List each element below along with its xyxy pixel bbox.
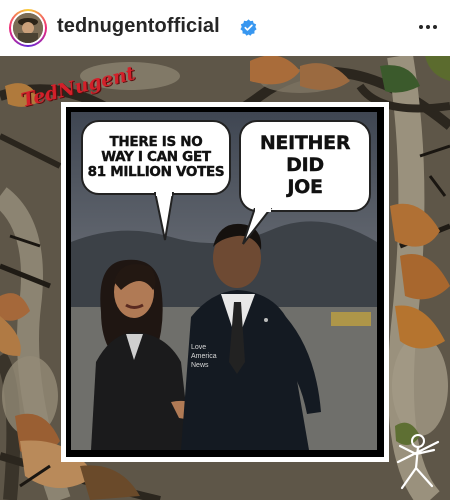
post-header: tednugentofficial: [0, 0, 450, 56]
username[interactable]: tednugentofficial: [57, 15, 220, 38]
bubble-left-line-1: THERE IS NO: [109, 134, 203, 151]
verified-badge-icon: [240, 19, 257, 36]
bubble-right-tail: [242, 208, 273, 245]
meme-photo: THERE IS NO WAY I CAN GET 81 MILLION VOT…: [71, 112, 379, 452]
post-image[interactable]: TedNugent THERE IS NO WAY I CAN GET 81 M…: [0, 56, 450, 500]
watermark: Love America News: [191, 344, 217, 369]
avatar-image: [13, 13, 43, 43]
bubble-left-tail: [153, 192, 175, 241]
speech-bubble-right: NEITHER DID JOE: [239, 120, 371, 212]
bubble-left-line-3: 81 MILLION VOTES: [87, 163, 225, 180]
bubble-right-line-1: NEITHER: [259, 132, 351, 155]
bubble-left-line-2: WAY I CAN GET: [101, 149, 211, 166]
avatar-photo-icon: [13, 13, 43, 43]
more-options-icon[interactable]: [419, 20, 439, 34]
profile-avatar[interactable]: [9, 9, 47, 47]
bubble-right-line-2: DID: [286, 154, 324, 177]
stickman-logo-icon: [396, 434, 440, 490]
bubble-right-line-3: JOE: [287, 175, 323, 198]
meme-frame: THERE IS NO WAY I CAN GET 81 MILLION VOT…: [61, 102, 389, 462]
speech-bubble-left: THERE IS NO WAY I CAN GET 81 MILLION VOT…: [81, 120, 231, 195]
